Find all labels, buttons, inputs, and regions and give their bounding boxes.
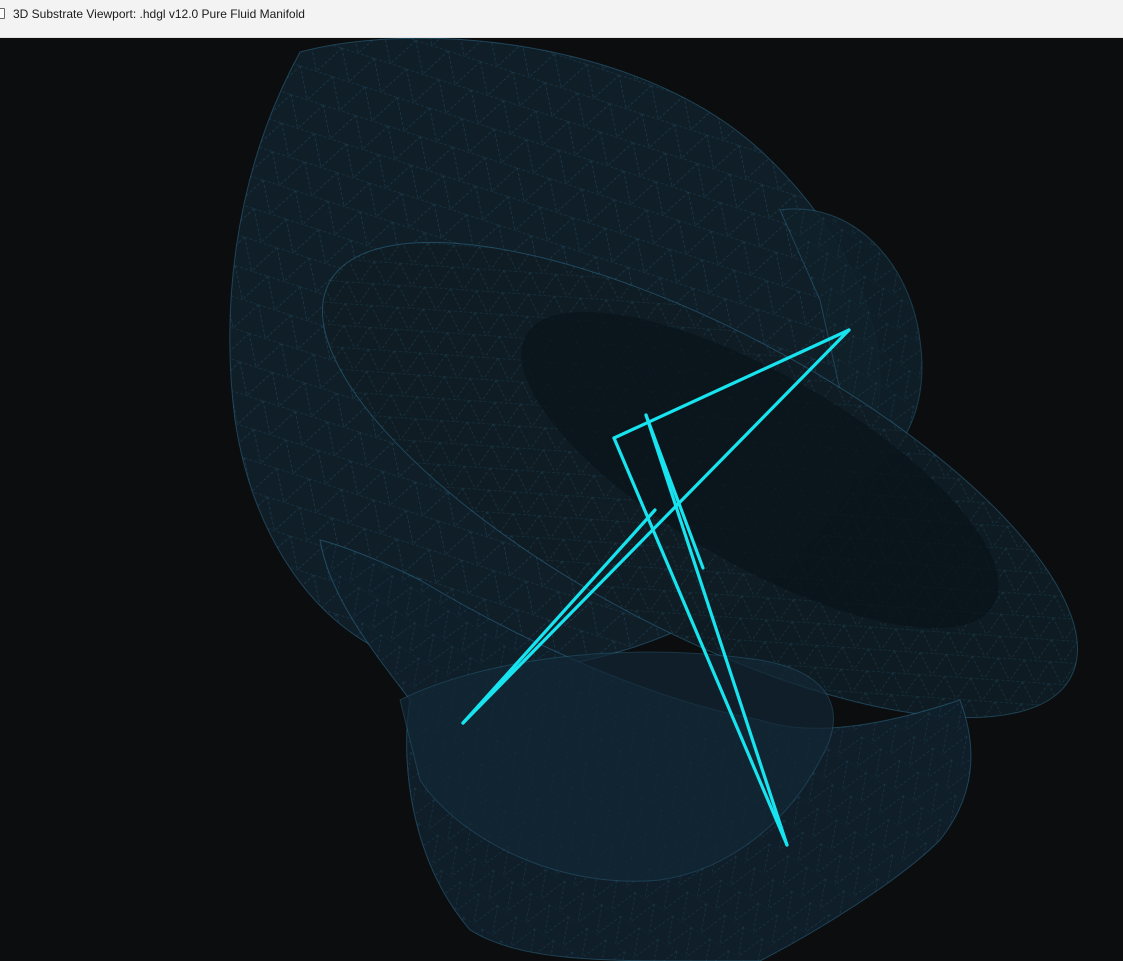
window-title: 3D Substrate Viewport: .hdgl v12.0 Pure … bbox=[13, 7, 305, 21]
title-bar[interactable]: 3D Substrate Viewport: .hdgl v12.0 Pure … bbox=[0, 0, 1123, 38]
app-window: 3D Substrate Viewport: .hdgl v12.0 Pure … bbox=[0, 0, 1123, 961]
document-icon bbox=[0, 8, 5, 19]
viewport-canvas[interactable] bbox=[0, 38, 1123, 961]
3d-viewport[interactable] bbox=[0, 38, 1123, 961]
